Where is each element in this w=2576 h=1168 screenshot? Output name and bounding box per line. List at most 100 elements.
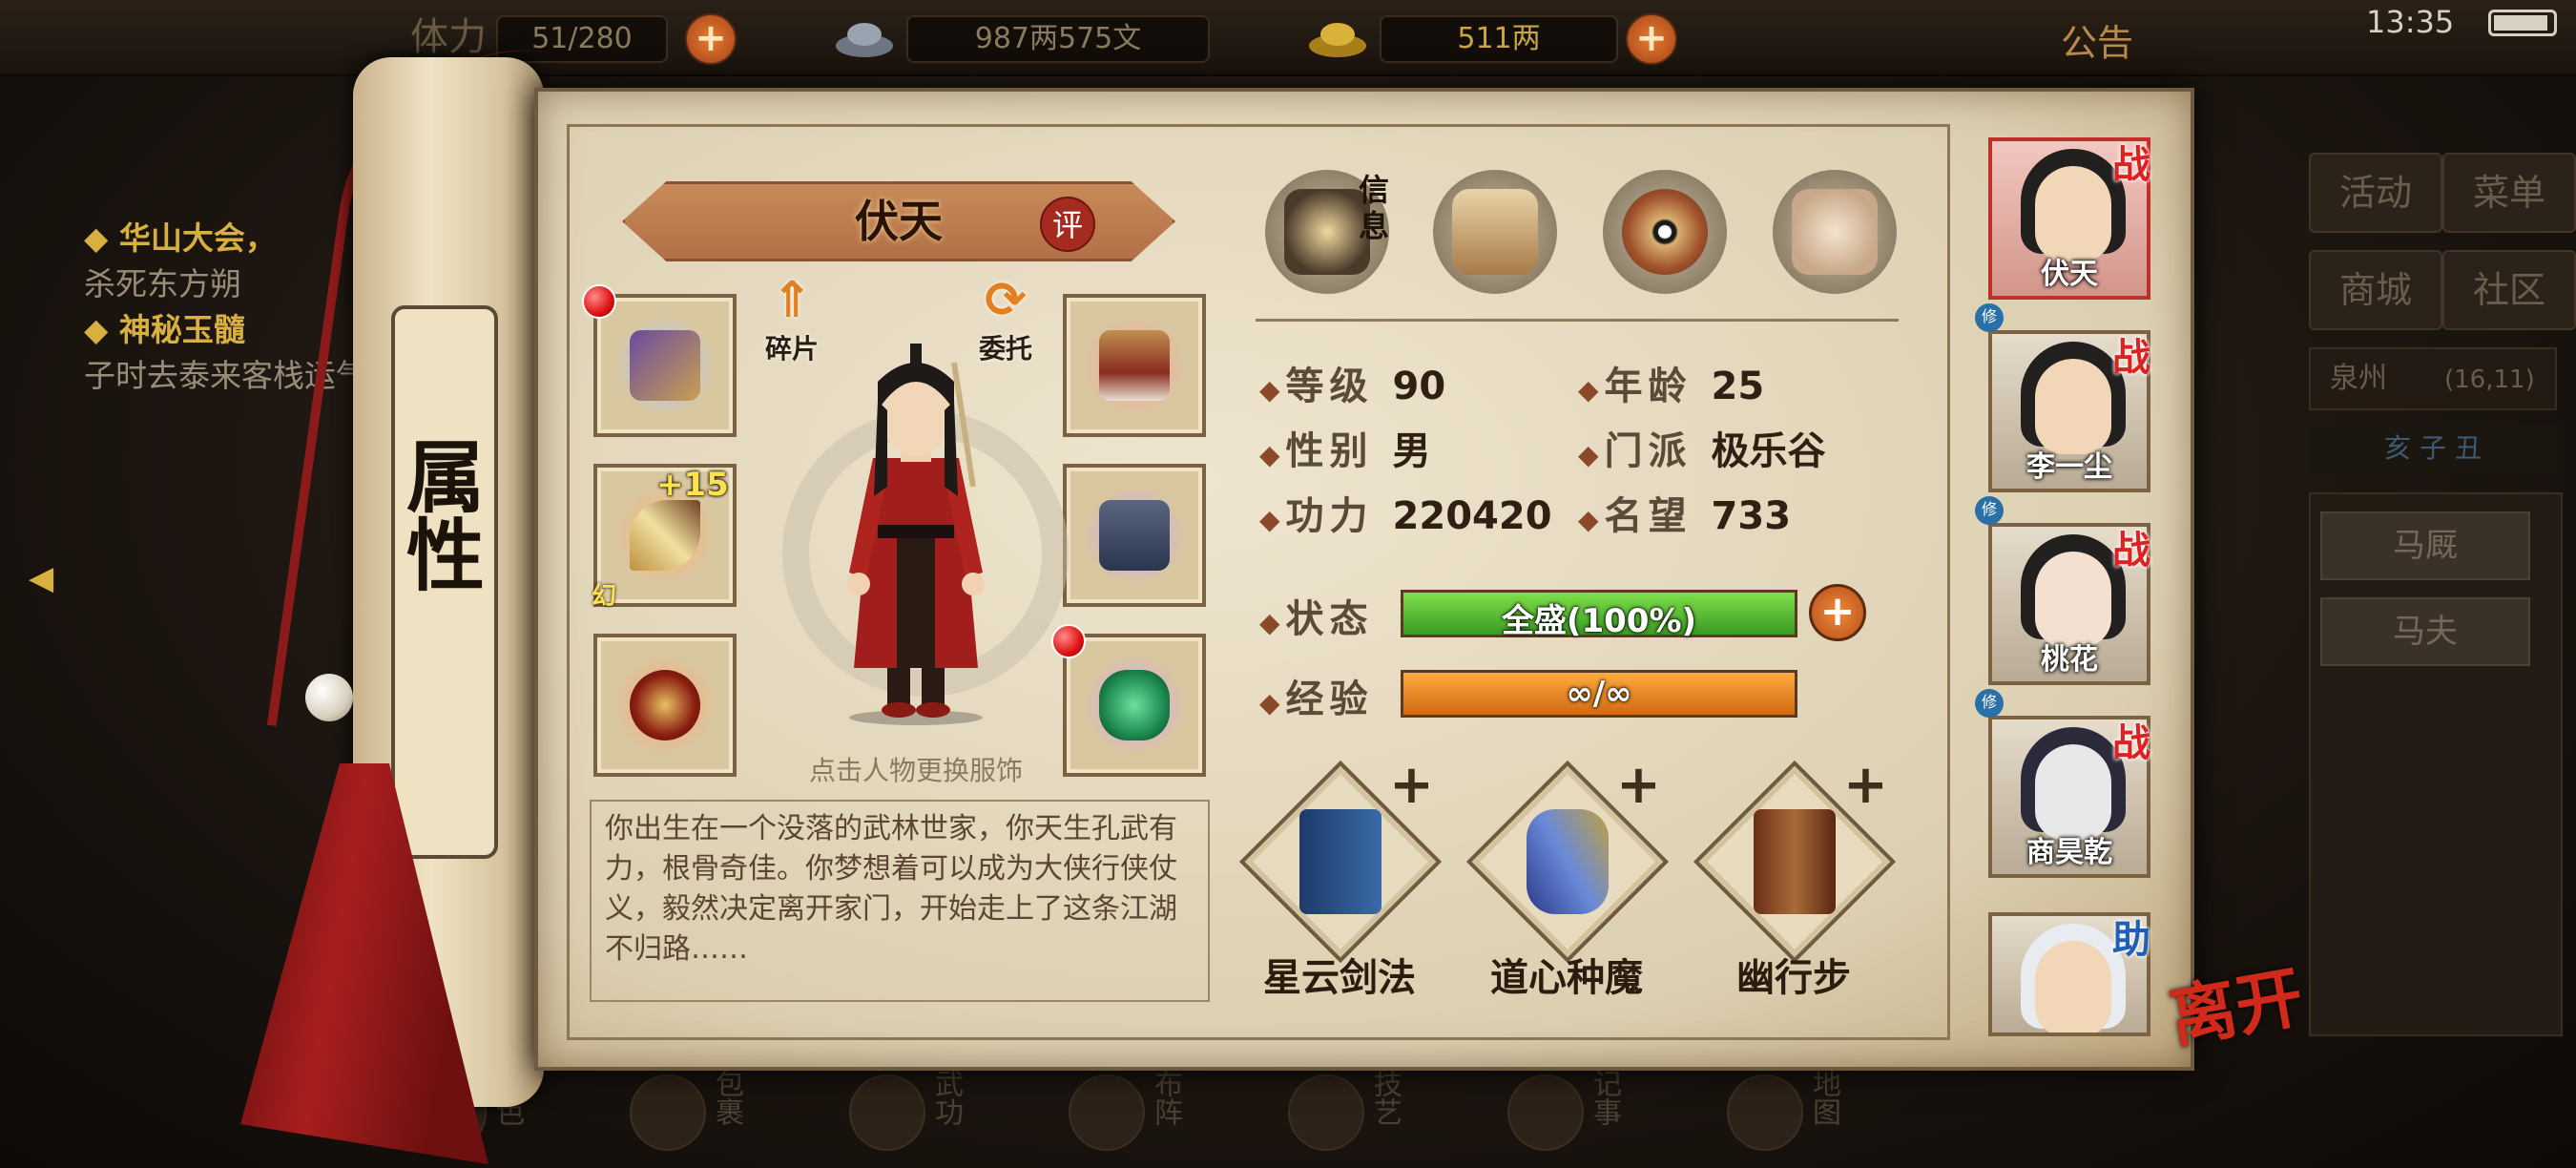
stat-fame: ◆ 名望 733 (1578, 494, 1792, 538)
stat-value: 男 (1392, 429, 1431, 473)
stat-sect: ◆ 门派 极乐谷 (1578, 429, 1826, 473)
body-meridian-icon (1792, 189, 1878, 275)
stat-gender: ◆ 性别男 (1259, 429, 1431, 473)
nav-label: 布阵 (1149, 1069, 1182, 1126)
stamina-label: 体力 (410, 15, 487, 59)
menu-button[interactable]: 菜单 (2442, 153, 2576, 233)
scroll-bundle-icon (1452, 189, 1538, 275)
battery-icon (2488, 10, 2557, 36)
change-outfit-hint: 点击人物更换服饰 (808, 755, 1023, 786)
location-display[interactable]: 泉州 (16,11) (2309, 347, 2557, 410)
stat-label: 等级 (1285, 365, 1374, 408)
bag-icon (630, 1074, 706, 1151)
cycle-icon: ⟳ (985, 272, 1027, 329)
add-skill-plus-icon[interactable]: + (1843, 754, 1888, 816)
gold-ingot-icon (1309, 23, 1366, 57)
equip-slot-helmet[interactable] (1063, 294, 1206, 437)
portrait-face (2035, 552, 2111, 647)
character-bio: 你出生在一个没落的武林世家，你天生孔武有力，根骨奇佳。你梦想着可以成为大侠行侠仗… (590, 800, 1210, 1002)
skill-name: 幽行步 (1736, 956, 1851, 1000)
craft-icon (1288, 1074, 1364, 1151)
bamboo-manual-icon (1754, 809, 1836, 914)
sword-manual-icon (1299, 809, 1381, 914)
battle-tag: 战 (2112, 721, 2150, 765)
community-button[interactable]: 社区 (2442, 250, 2576, 330)
announcement-button[interactable]: 公告 (2061, 13, 2133, 66)
quest-title: 华山大会 (118, 219, 245, 257)
shop-button[interactable]: 商城 (2309, 250, 2442, 330)
state-bar: 全盛(100%) (1401, 590, 1797, 640)
portrait-face (2035, 359, 2111, 454)
scroll-manual-icon (1527, 809, 1609, 914)
nav-skills[interactable]: 技艺 (1278, 1069, 1422, 1164)
nav-map[interactable]: 地图 (1717, 1069, 1860, 1164)
stat-value: 733 (1711, 494, 1792, 538)
collapse-arrow-icon[interactable]: ◀ (29, 559, 53, 597)
divider (1256, 319, 1899, 322)
equip-slot-gloves[interactable] (593, 294, 737, 437)
bagua-icon (1622, 189, 1708, 275)
bottom-nav: 角色 包裹 武功 布阵 技艺 记事 地图 (401, 1059, 1927, 1168)
battle-tag: 战 (2112, 529, 2150, 573)
nav-label: 技艺 (1368, 1069, 1402, 1126)
leave-button[interactable]: 离开 (2164, 956, 2309, 1057)
stat-label: 门派 (1604, 429, 1693, 473)
party-member-name: 伏天 (2041, 258, 2098, 291)
money-value: 987两575文 (906, 15, 1210, 63)
ring-icon (630, 670, 700, 740)
nav-journal[interactable]: 记事 (1498, 1069, 1641, 1164)
nav-martial-arts[interactable]: 武功 (840, 1069, 983, 1164)
stat-power: ◆ 功力 220420 (1259, 494, 1552, 538)
activity-button[interactable]: 活动 (2309, 153, 2442, 233)
journal-icon (1507, 1074, 1584, 1151)
cultivate-badge: 修 (1975, 496, 2004, 525)
party-member-name: 李一尘 (2026, 450, 2112, 484)
tab-meridian[interactable] (1773, 170, 1897, 294)
stat-value: 25 (1711, 365, 1765, 408)
add-stamina-button[interactable]: + (685, 13, 737, 65)
evaluate-button[interactable]: 评 (1040, 197, 1095, 252)
tab-inventory[interactable] (1433, 170, 1557, 294)
cultivate-badge: 修 (1975, 689, 2004, 718)
exp-bar-text: ∞/∞ (1566, 675, 1632, 713)
portrait-face (2035, 941, 2111, 1032)
quest-item[interactable]: ◆ 华山大会， (84, 216, 370, 261)
nav-label: 包裹 (710, 1069, 743, 1126)
nav-label: 地图 (1807, 1069, 1840, 1126)
nav-label: 记事 (1588, 1069, 1621, 1126)
party-member-name: 桃花 (2041, 643, 2098, 677)
map-icon (1727, 1074, 1803, 1151)
illusion-tag: 幻 (592, 582, 617, 611)
stat-label: 功力 (1285, 494, 1374, 538)
exp-bar: ∞/∞ (1401, 670, 1797, 718)
location-name: 泉州 (2330, 362, 2387, 395)
jade-pendant-icon (1099, 670, 1170, 740)
notification-dot (582, 284, 616, 319)
up-arrow-icon: ⇑ (771, 272, 813, 329)
enhance-level: +15 (656, 466, 729, 504)
stat-exp: ◆ 经验 (1259, 678, 1374, 721)
npc-stable-button[interactable]: 马厩 (2320, 511, 2530, 580)
helmet-icon (1099, 330, 1170, 401)
stat-value: 极乐谷 (1711, 429, 1826, 473)
nav-formation[interactable]: 布阵 (1059, 1069, 1202, 1164)
battle-tag: 战 (2112, 143, 2150, 187)
clock: 13:35 (2366, 4, 2455, 40)
add-skill-plus-icon[interactable]: + (1616, 754, 1661, 816)
stat-label: 年龄 (1604, 365, 1693, 408)
nav-label: 武功 (929, 1069, 963, 1126)
hat-icon (1284, 189, 1370, 275)
add-gold-button[interactable]: + (1626, 13, 1677, 65)
equip-slot-accessory[interactable] (1063, 634, 1206, 777)
stat-label: 状态 (1285, 597, 1374, 641)
book-icon (849, 1074, 925, 1151)
npc-groom-button[interactable]: 马夫 (2320, 597, 2530, 666)
equip-slot-armor[interactable] (1063, 464, 1206, 607)
equip-slot-ring[interactable] (593, 634, 737, 777)
add-skill-plus-icon[interactable]: + (1389, 754, 1434, 816)
character-avatar[interactable] (821, 344, 1011, 725)
bagua-icon (1069, 1074, 1145, 1151)
restore-state-button[interactable]: + (1809, 584, 1866, 641)
tab-bagua[interactable] (1603, 170, 1727, 294)
nav-bag[interactable]: 包裹 (620, 1069, 763, 1164)
